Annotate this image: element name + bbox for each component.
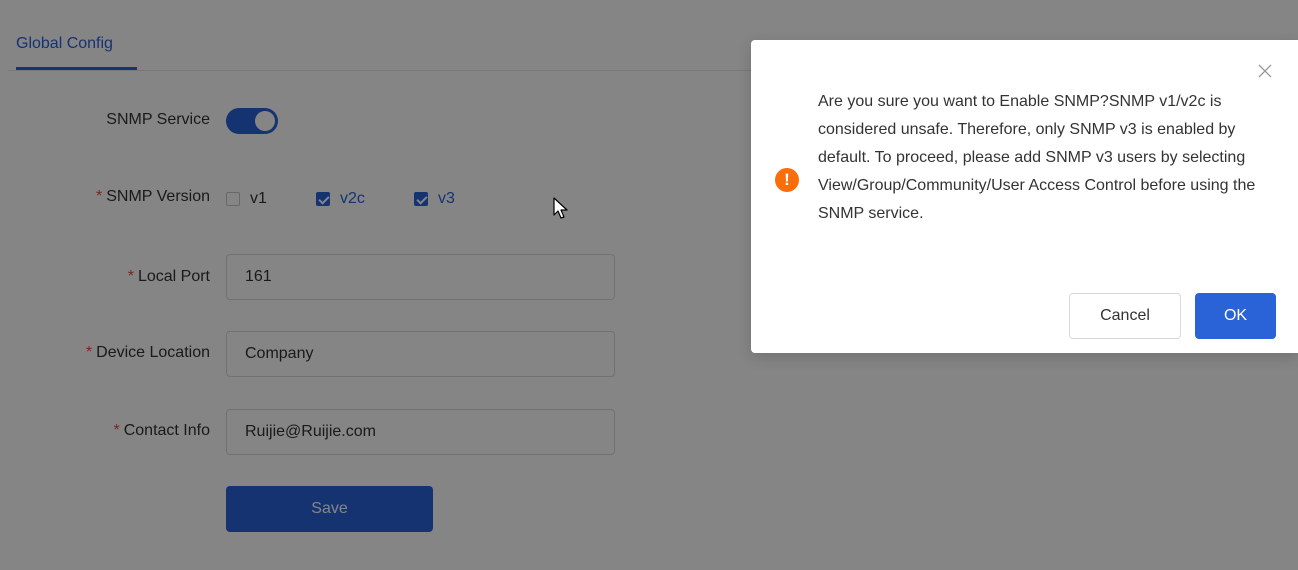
ok-button[interactable]: OK	[1195, 293, 1276, 339]
warning-icon: !	[775, 168, 799, 192]
mouse-cursor-icon	[553, 197, 568, 219]
cancel-button[interactable]: Cancel	[1069, 293, 1181, 339]
close-icon[interactable]	[1258, 64, 1272, 78]
confirm-dialog: ! Are you sure you want to Enable SNMP?S…	[751, 40, 1298, 353]
dialog-message: Are you sure you want to Enable SNMP?SNM…	[818, 93, 1256, 222]
